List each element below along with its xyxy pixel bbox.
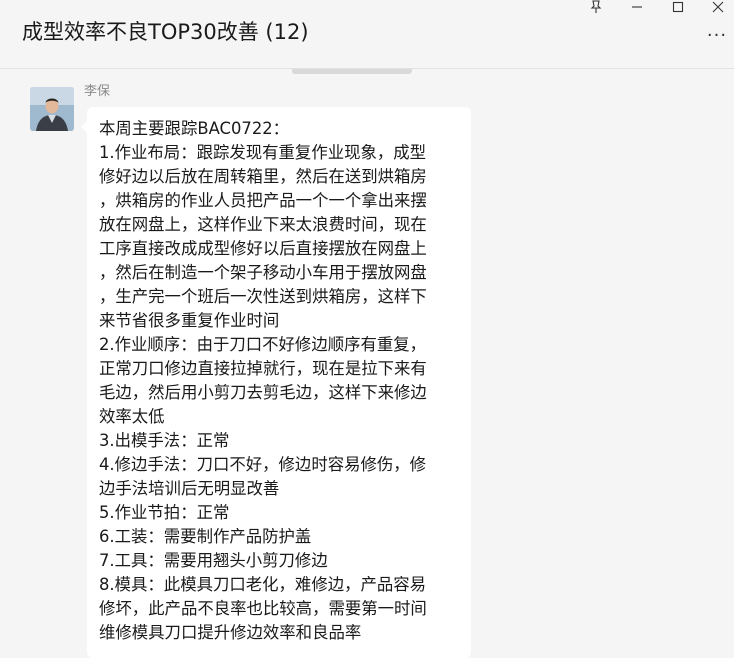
more-options-button[interactable]: ··· [705, 25, 729, 46]
message-line: 修坏，此产品不良率也比较高，需要第一时间 [99, 599, 427, 618]
message-line: 放在网盘上，这样作业下来太浪费时间，现在 [99, 215, 427, 234]
more-icon: ··· [706, 25, 728, 46]
message-line: 2.作业顺序：由于刀口不好修边顺序有重复， [99, 335, 427, 354]
message-line: 效率太低 [99, 407, 165, 426]
message-line: 来节省很多重复作业时间 [99, 311, 280, 330]
message-line: 工序直接改成成型修好以后直接摆放在网盘上 [99, 239, 427, 258]
message-line: 毛边，然后用小剪刀去剪毛边，这样下来修边 [99, 383, 427, 402]
title-bar: 成型效率不良TOP30改善 (12) ··· [0, 0, 734, 69]
message-line: ，然后在制造一个架子移动小车用于摆放网盘 [99, 263, 427, 282]
pin-icon[interactable] [586, 0, 606, 16]
message-line: 正常刀口修边直接拉掉就行，现在是拉下来有 [99, 359, 427, 378]
message-line: ，生产完一个班后一次性送到烘箱房，这样下 [99, 287, 427, 306]
message-line: 3.出模手法：正常 [99, 431, 230, 450]
message-line: 修好边以后放在周转箱里，然后在送到烘箱房 [99, 167, 427, 186]
minimize-icon[interactable] [627, 0, 647, 16]
message-line: 边手法培训后无明显改善 [99, 479, 280, 498]
message-line: ，烘箱房的作业人员把产品一个一个拿出来摆 [99, 191, 427, 210]
scroll-indicator[interactable] [292, 69, 412, 74]
message-line: 4.修边手法：刀口不好，修边时容易修伤，修 [99, 455, 427, 474]
message-line: 1.作业布局：跟踪发现有重复作业现象，成型 [99, 143, 427, 162]
message-line: 6.工装：需要制作产品防护盖 [99, 527, 312, 546]
chat-title: 成型效率不良TOP30改善 (12) [22, 20, 309, 44]
sender-name: 李保 [84, 84, 111, 99]
close-icon[interactable] [708, 0, 728, 16]
avatar-image [30, 87, 74, 131]
avatar[interactable] [30, 87, 74, 131]
message-line: 本周主要跟踪BAC0722： [99, 119, 290, 138]
message-line: 5.作业节拍：正常 [99, 503, 230, 522]
message-bubble[interactable]: 本周主要跟踪BAC0722： 1.作业布局：跟踪发现有重复作业现象，成型 修好边… [87, 107, 471, 658]
maximize-icon[interactable] [668, 0, 688, 16]
message-line: 维修模具刀口提升修边效率和良品率 [99, 623, 362, 642]
message-line: 7.工具：需要用翘头小剪刀修边 [99, 551, 328, 570]
message-line: 8.模具：此模具刀口老化，难修边，产品容易 [99, 575, 427, 594]
